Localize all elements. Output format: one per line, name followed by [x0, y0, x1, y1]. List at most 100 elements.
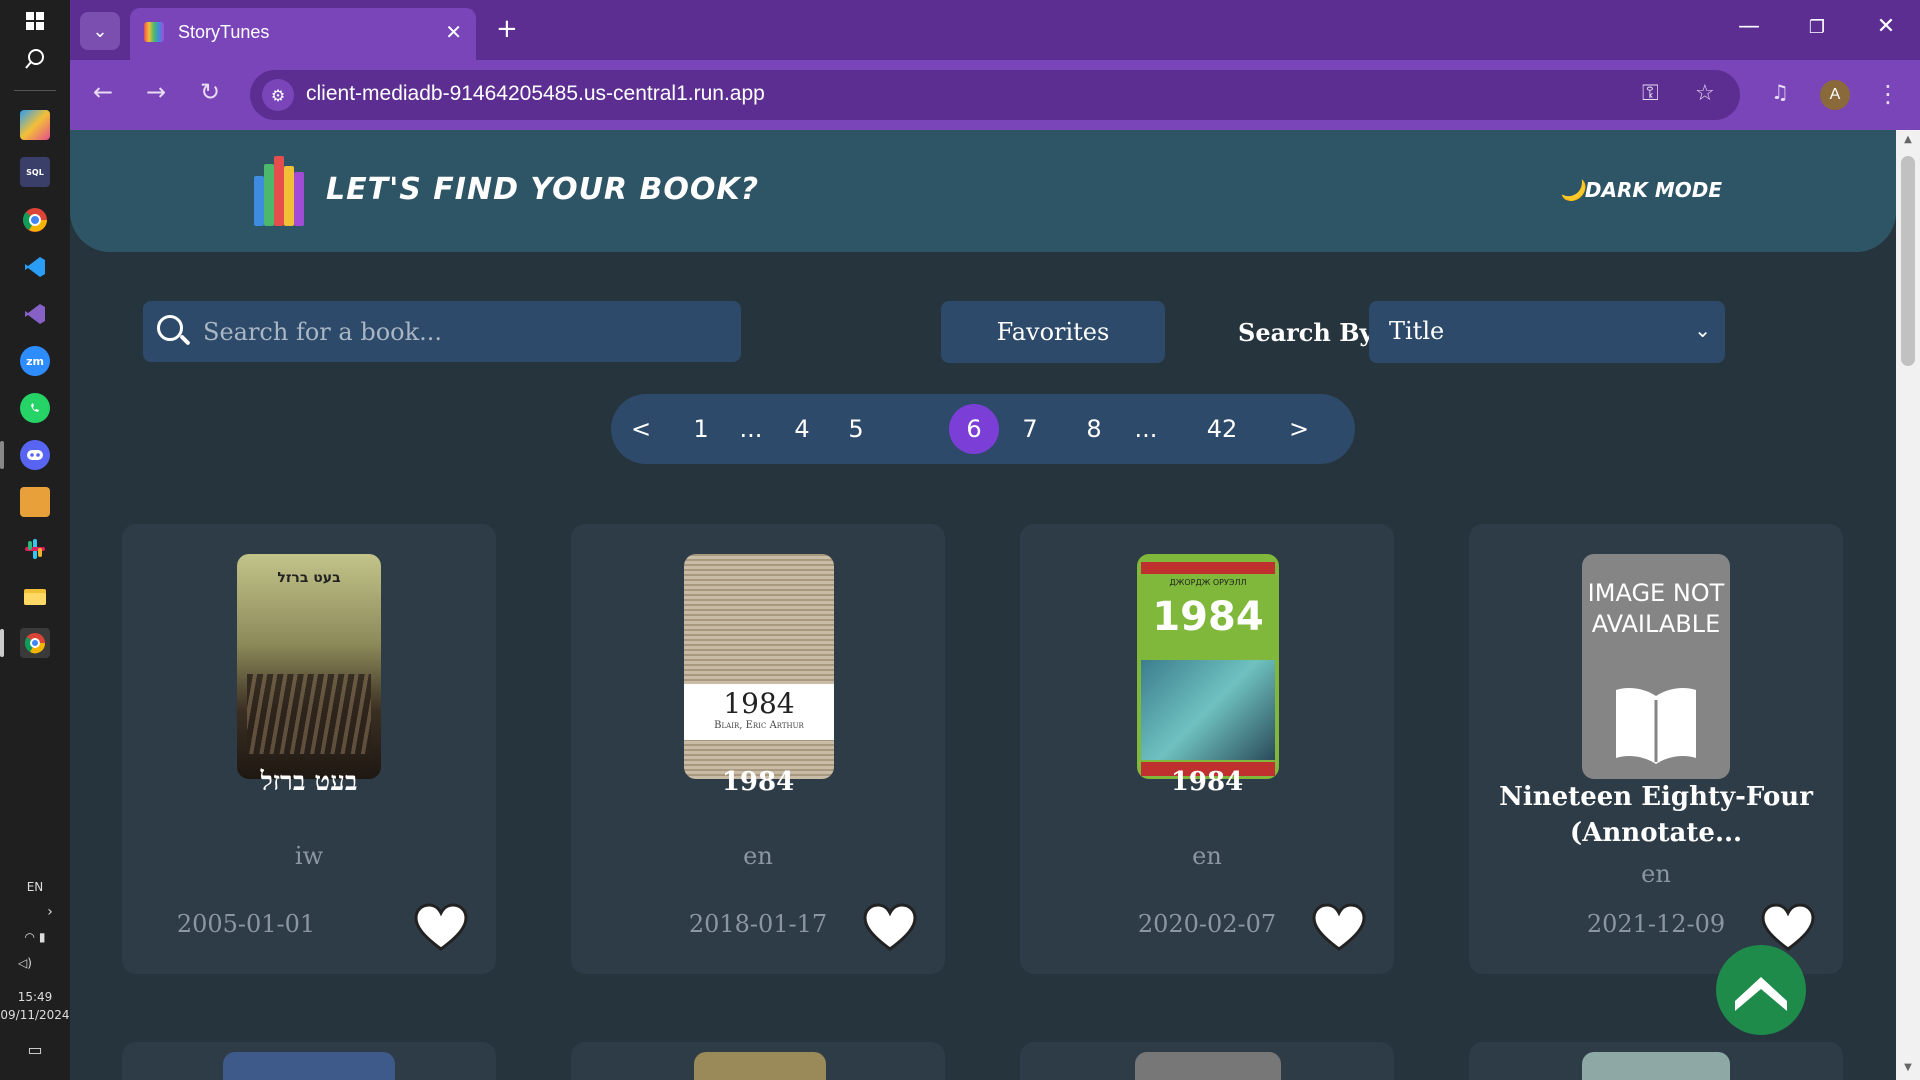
mysql-workbench-icon[interactable]: SQL [20, 157, 50, 187]
book-cover-image[interactable] [1582, 1052, 1730, 1080]
chevron-down-icon: ⌄ [1694, 318, 1711, 342]
browser-menu-icon[interactable]: ⋮ [1870, 80, 1906, 108]
media-control-icon[interactable]: ♫ [1762, 80, 1798, 104]
chrome-active-icon[interactable] [20, 628, 50, 658]
book-title: 1984 [1170, 767, 1244, 797]
book-language: en [743, 842, 773, 870]
visual-studio-icon[interactable] [20, 299, 50, 329]
search-by-select[interactable]: Title ⌄ [1369, 301, 1725, 363]
book-card[interactable]: 1984 Blair, Eric Arthur 1984 en 2018-01-… [571, 524, 945, 974]
bookmark-star-icon[interactable]: ☆ [1695, 81, 1715, 106]
book-card[interactable] [571, 1042, 945, 1080]
book-cover-image[interactable]: IMAGE NOT AVAILABLE [1582, 554, 1730, 779]
back-icon[interactable]: ← [85, 78, 121, 106]
paint-app-icon[interactable] [20, 487, 50, 517]
tab-search-dropdown-icon[interactable]: ⌄ [80, 12, 120, 50]
book-cover-image[interactable]: בעט ברזל [237, 554, 381, 779]
book-card[interactable] [122, 1042, 496, 1080]
cover-label: 1984 Blair, Eric Arthur [684, 684, 834, 740]
search-by-label: Search By: [1238, 318, 1383, 347]
cover-title: 1984 [1152, 594, 1264, 640]
book-title: Nineteen Eighty-Four (Annotate... [1499, 782, 1813, 848]
storytunes-favicon [144, 22, 164, 42]
heart-icon[interactable] [861, 899, 919, 957]
cover-author: Blair, Eric Arthur [714, 720, 804, 731]
volume-icon[interactable]: ◁) [0, 956, 70, 970]
scrollbar-thumb[interactable] [1901, 156, 1915, 366]
address-bar[interactable]: ⚙ client-mediadb-91464205485.us-central1… [250, 70, 1740, 120]
reload-icon[interactable]: ↻ [192, 78, 228, 106]
page-prev-button[interactable]: < [625, 404, 657, 454]
chevron-right-icon[interactable]: › [0, 904, 70, 920]
book-language: iw [294, 842, 324, 870]
page-ellipsis: ... [1134, 415, 1158, 443]
windows-start-icon[interactable] [20, 6, 50, 36]
scroll-down-icon[interactable]: ▼ [1901, 1062, 1915, 1073]
site-info-icon[interactable]: ⚙ [262, 79, 294, 111]
page-next-button[interactable]: > [1283, 404, 1315, 454]
new-tab-icon[interactable]: + [496, 14, 518, 44]
profile-avatar[interactable]: A [1820, 80, 1850, 110]
moon-icon: 🌙 [1560, 178, 1585, 202]
file-explorer-icon[interactable] [20, 581, 50, 611]
book-card[interactable]: ДЖОРДЖ ОРУЭЛЛ 1984 1984 en 2020-02-07 [1020, 524, 1394, 974]
dark-mode-toggle[interactable]: 🌙DARK MODE [1560, 178, 1722, 202]
page-button-5[interactable]: 5 [838, 404, 874, 454]
book-cover-image[interactable] [694, 1052, 826, 1080]
favorites-button[interactable]: Favorites [941, 301, 1165, 363]
copilot-icon[interactable] [20, 110, 50, 140]
search-box[interactable] [143, 301, 741, 362]
password-key-icon[interactable]: ⚿ [1642, 81, 1659, 106]
cover-title: 1984 [723, 687, 795, 720]
url-text[interactable]: client-mediadb-91464205485.us-central1.r… [306, 82, 765, 106]
chevron-up-icon [1735, 977, 1787, 1011]
whatsapp-icon[interactable] [20, 393, 50, 423]
restore-icon[interactable]: ❐ [1797, 17, 1837, 38]
books-logo-icon [254, 156, 310, 226]
notifications-icon[interactable]: ▭ [0, 1040, 70, 1059]
book-language: en [1192, 842, 1222, 870]
tab-title: StoryTunes [178, 22, 270, 42]
heart-icon[interactable] [412, 899, 470, 957]
clock-time[interactable]: 15:49 [0, 990, 70, 1004]
close-window-icon[interactable]: ✕ [1866, 14, 1906, 39]
page-button-8[interactable]: 8 [1076, 404, 1112, 454]
taskbar-active-indicator [0, 629, 4, 657]
slack-icon[interactable] [20, 534, 50, 564]
search-input[interactable] [201, 309, 725, 355]
vscode-icon[interactable] [20, 252, 50, 282]
book-card[interactable]: בעט ברזל בעט ברזל iw 2005-01-01 [122, 524, 496, 974]
book-cover-image[interactable] [1135, 1052, 1281, 1080]
close-tab-icon[interactable]: ✕ [445, 20, 462, 44]
language-indicator[interactable]: EN [0, 880, 70, 894]
taskbar-search-icon[interactable] [20, 44, 50, 74]
scroll-to-top-button[interactable] [1716, 945, 1806, 1035]
page-button-4[interactable]: 4 [784, 404, 820, 454]
book-cover-image[interactable]: 1984 Blair, Eric Arthur [684, 554, 834, 779]
open-book-icon [1616, 688, 1696, 764]
page-button-42[interactable]: 42 [1200, 404, 1244, 454]
book-cover-image[interactable] [223, 1052, 395, 1080]
book-language: en [1641, 860, 1671, 888]
page-button-7[interactable]: 7 [1012, 404, 1048, 454]
taskbar-active-indicator [0, 441, 4, 469]
clock-date[interactable]: 09/11/2024 [0, 1008, 70, 1022]
book-card[interactable] [1469, 1042, 1843, 1080]
heart-icon[interactable] [1310, 899, 1368, 957]
book-card[interactable] [1020, 1042, 1394, 1080]
chrome-icon[interactable] [20, 205, 50, 235]
zoom-icon[interactable]: zm [20, 346, 50, 376]
page-button-1[interactable]: 1 [685, 404, 717, 454]
forward-icon[interactable]: → [138, 78, 174, 106]
page-button-6-current[interactable]: 6 [949, 404, 999, 454]
page-scrollbar[interactable]: ▲ ▼ [1896, 130, 1920, 1080]
book-card[interactable]: IMAGE NOT AVAILABLE Nineteen Eighty-Four… [1469, 524, 1843, 974]
discord-icon[interactable] [20, 440, 50, 470]
book-cover-image[interactable]: ДЖОРДЖ ОРУЭЛЛ 1984 [1137, 554, 1279, 779]
minimize-icon[interactable]: — [1729, 14, 1769, 39]
network-volume-icons[interactable]: ◠ ▮ [0, 930, 70, 944]
taskbar-divider [14, 90, 56, 91]
browser-tab[interactable]: StoryTunes ✕ [130, 8, 476, 60]
scroll-up-icon[interactable]: ▲ [1901, 134, 1915, 145]
search-by-value: Title [1389, 317, 1445, 345]
